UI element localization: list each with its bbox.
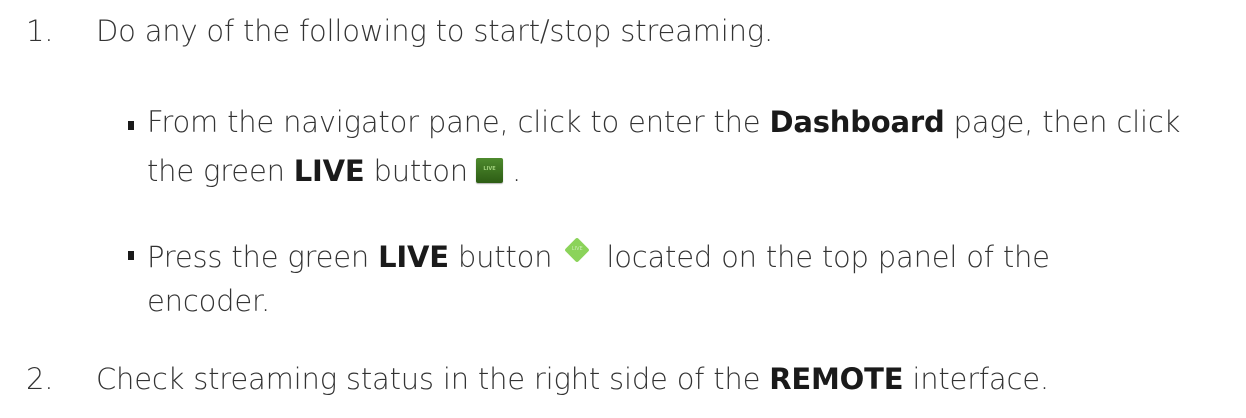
live-term: LIVE <box>378 240 449 274</box>
instruction-document: 1. Do any of the following to start/stop… <box>0 0 1246 418</box>
live-diamond-button-icon: LIVE <box>562 235 592 265</box>
step-2-number: 2. <box>26 362 54 396</box>
bullet-marker <box>128 251 134 260</box>
live-term: LIVE <box>293 154 365 188</box>
remote-term: REMOTE <box>769 362 904 396</box>
live-square-button-icon: LIVE <box>476 158 503 183</box>
dashboard-term: Dashboard <box>769 105 945 139</box>
step-1-text: Do any of the following to start/stop st… <box>96 14 773 48</box>
bullet-marker <box>128 121 134 130</box>
bullet-2-line-1: Press the green LIVE button LIVE located o… <box>147 235 1050 274</box>
bullet-2-line-2: encoder. <box>147 284 271 318</box>
bullet-1-line-1: From the navigator pane, click to enter … <box>147 105 1181 139</box>
bullet-1-line-2: the green LIVE button LIVE . <box>147 154 522 188</box>
step-1-number: 1. <box>26 14 54 48</box>
step-2-text: Check streaming status in the right side… <box>96 362 1049 396</box>
